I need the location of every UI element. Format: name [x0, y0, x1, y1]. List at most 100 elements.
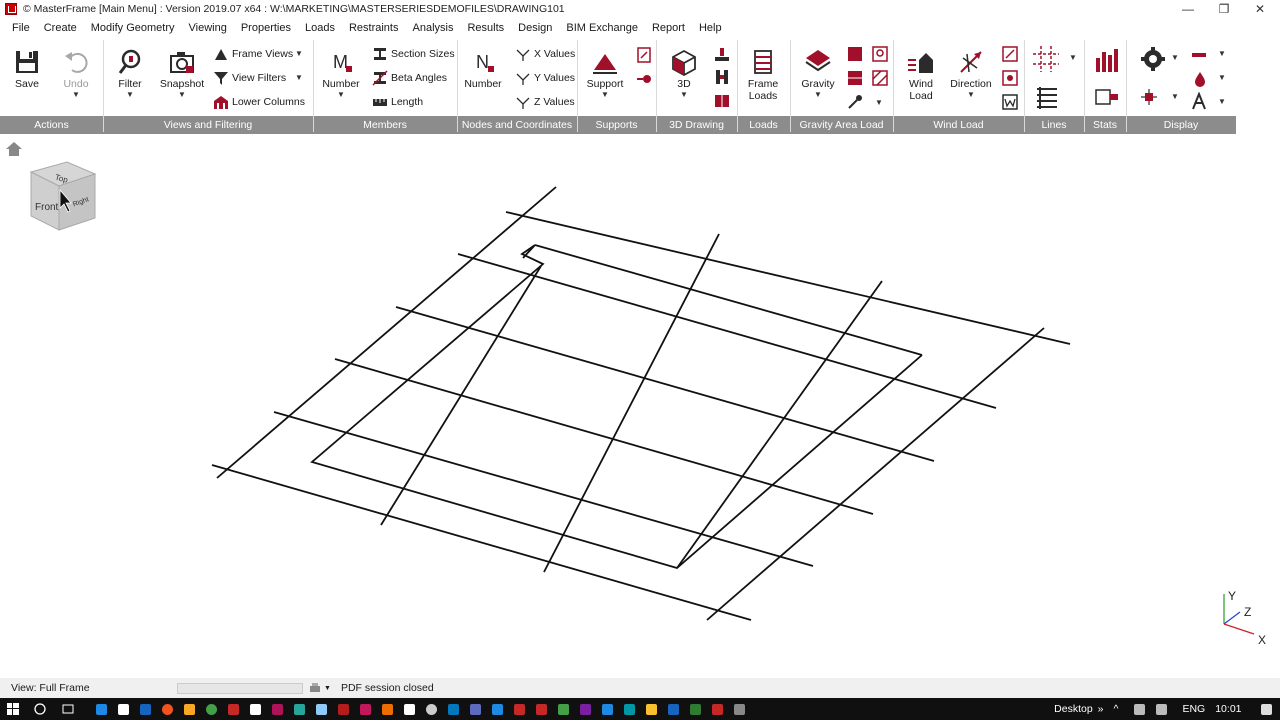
z-values-button[interactable]: Z Values	[515, 92, 575, 112]
node-marker-icon[interactable]	[1140, 88, 1158, 106]
language-indicator[interactable]: ENG	[1182, 703, 1205, 715]
excel-icon[interactable]	[689, 703, 701, 715]
menu-modify-geometry[interactable]: Modify Geometry	[84, 22, 182, 34]
acrobat-icon[interactable]	[513, 703, 525, 715]
x-values-button[interactable]: X Values	[515, 44, 575, 64]
snapshot-dropdown-arrow[interactable]: ▼	[157, 90, 207, 100]
app-white-icon[interactable]	[249, 703, 261, 715]
area-split-icon[interactable]	[846, 69, 864, 87]
edge-icon[interactable]	[139, 703, 151, 715]
gravity-button[interactable]: Gravity ▼	[793, 44, 843, 112]
column-3d-icon[interactable]	[713, 68, 731, 86]
gravity-dropdown-arrow[interactable]: ▼	[793, 90, 843, 100]
extrude-icon[interactable]	[713, 46, 731, 64]
menu-restraints[interactable]: Restraints	[342, 22, 406, 34]
direction-button[interactable]: Direction ▼	[946, 44, 996, 112]
masterframe-app-icon[interactable]	[5, 3, 17, 15]
spring-support-icon[interactable]	[635, 70, 653, 88]
windows-start-icon[interactable]	[7, 703, 19, 715]
members-number-button[interactable]: M Number ▼	[316, 44, 366, 112]
menu-bim-exchange[interactable]: BIM Exchange	[559, 22, 645, 34]
menu-loads[interactable]: Loads	[298, 22, 342, 34]
masterseries-icon[interactable]	[337, 703, 349, 715]
text-size-icon[interactable]	[1190, 92, 1208, 110]
color-drop-icon[interactable]	[1191, 70, 1209, 88]
line-weight-icon[interactable]	[1190, 46, 1208, 64]
toolbar-expand-icon[interactable]: »	[1098, 703, 1104, 715]
stats-report-icon[interactable]	[1094, 86, 1120, 108]
wind-cp-icon[interactable]	[1001, 45, 1019, 63]
area-zoom-icon[interactable]	[871, 45, 889, 63]
firefox-icon[interactable]	[161, 703, 173, 715]
section-sizes-button[interactable]: Section Sizes	[372, 44, 455, 64]
taskbar-scroll-icon[interactable]	[733, 703, 745, 715]
wind-zone-icon[interactable]	[1001, 69, 1019, 87]
text-size-dropdown-arrow[interactable]: ▼	[1218, 97, 1226, 106]
drawing-canvas[interactable]: Top Front Right Y Z X	[0, 134, 1280, 678]
lower-columns-button[interactable]: Lower Columns	[213, 92, 305, 112]
3d-button[interactable]: 3D ▼	[659, 44, 709, 112]
app-yellow-icon[interactable]	[645, 703, 657, 715]
frame-views-button[interactable]: Frame Views	[213, 44, 293, 64]
direction-dropdown-arrow[interactable]: ▼	[946, 90, 996, 100]
app-orange-icon[interactable]	[381, 703, 393, 715]
line-weight-dropdown-arrow[interactable]: ▼	[1218, 49, 1226, 58]
search-icon[interactable]	[34, 703, 46, 715]
restore-button[interactable]: ❐	[1206, 0, 1242, 18]
menu-report[interactable]: Report	[645, 22, 692, 34]
filter-button[interactable]: Filter ▼	[105, 44, 155, 112]
menu-design[interactable]: Design	[511, 22, 559, 34]
y-values-button[interactable]: Y Values	[515, 68, 575, 88]
outlook-icon[interactable]	[95, 703, 107, 715]
app-lightblue-icon[interactable]	[315, 703, 327, 715]
save-button[interactable]: Save	[2, 44, 52, 112]
menu-analysis[interactable]: Analysis	[406, 22, 461, 34]
frame-grid-drawing[interactable]	[0, 134, 1280, 678]
volume-icon[interactable]	[1155, 703, 1167, 715]
wall-3d-icon[interactable]	[713, 92, 731, 110]
app-indigo-icon[interactable]	[469, 703, 481, 715]
area-load-icon[interactable]	[846, 45, 864, 63]
tray-chevron-icon[interactable]: ^	[1114, 703, 1119, 715]
settings-dropdown-arrow[interactable]: ▼	[1171, 53, 1179, 62]
desktop-toolbar-label[interactable]: Desktop	[1054, 703, 1093, 715]
eyedropper-icon[interactable]	[846, 93, 864, 111]
gravity-tools-dropdown-arrow[interactable]: ▼	[875, 98, 883, 107]
filter-dropdown-arrow[interactable]: ▼	[105, 90, 155, 100]
undo-dropdown-arrow[interactable]: ▼	[51, 90, 101, 100]
snapshot-button[interactable]: Snapshot ▼	[157, 44, 207, 112]
nodes-number-button[interactable]: N Number	[458, 44, 508, 112]
support-button[interactable]: Support ▼	[580, 44, 630, 112]
menu-file[interactable]: File	[5, 22, 37, 34]
menu-viewing[interactable]: Viewing	[182, 22, 234, 34]
undo-button[interactable]: Undo ▼	[51, 44, 101, 112]
network-icon[interactable]	[1133, 703, 1145, 715]
app-grey-icon[interactable]	[425, 703, 437, 715]
grid-lines-dropdown-arrow[interactable]: ▼	[1069, 53, 1077, 62]
close-button[interactable]: ✕	[1242, 0, 1278, 18]
app-blue3-icon[interactable]	[601, 703, 613, 715]
color-dropdown-arrow[interactable]: ▼	[1218, 73, 1226, 82]
app-red2-icon[interactable]	[535, 703, 547, 715]
app-red-icon[interactable]	[227, 703, 239, 715]
notifications-icon[interactable]	[1261, 703, 1272, 715]
bar-chart-icon[interactable]	[1093, 46, 1121, 74]
app-blue-icon[interactable]	[447, 703, 459, 715]
settings-gear-icon[interactable]	[1140, 46, 1166, 72]
members-number-dropdown-arrow[interactable]: ▼	[316, 90, 366, 100]
support-dropdown-arrow[interactable]: ▼	[580, 90, 630, 100]
menu-properties[interactable]: Properties	[234, 22, 298, 34]
app-red3-icon[interactable]	[711, 703, 723, 715]
minimize-button[interactable]: —	[1170, 0, 1206, 18]
skype-icon[interactable]	[623, 703, 635, 715]
view-filters-button[interactable]: View Filters	[213, 68, 286, 88]
view-cube-front-label[interactable]: Front	[35, 202, 59, 213]
menu-create[interactable]: Create	[37, 22, 84, 34]
task-icon[interactable]	[117, 703, 129, 715]
area-hatch-icon[interactable]	[871, 69, 889, 87]
printer-dropdown-arrow[interactable]: ▼	[324, 685, 331, 692]
wind-load-button[interactable]: Wind Load	[896, 44, 946, 112]
line-list-icon[interactable]	[1034, 84, 1060, 110]
masterframe-taskbar-icon[interactable]	[359, 703, 371, 715]
view-filters-dropdown-arrow[interactable]: ▼	[295, 73, 303, 82]
